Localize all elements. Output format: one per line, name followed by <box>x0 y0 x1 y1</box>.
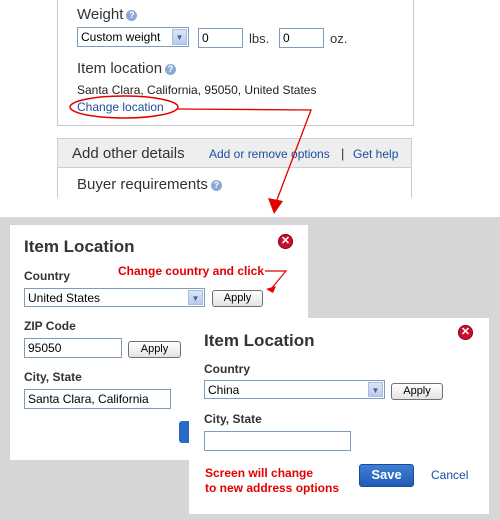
arrow-pointer-icon <box>266 286 276 293</box>
arrow-down-icon <box>268 198 283 214</box>
highlight-oval <box>69 95 179 119</box>
annotation-overlay <box>69 95 312 293</box>
connector-line <box>177 108 312 206</box>
